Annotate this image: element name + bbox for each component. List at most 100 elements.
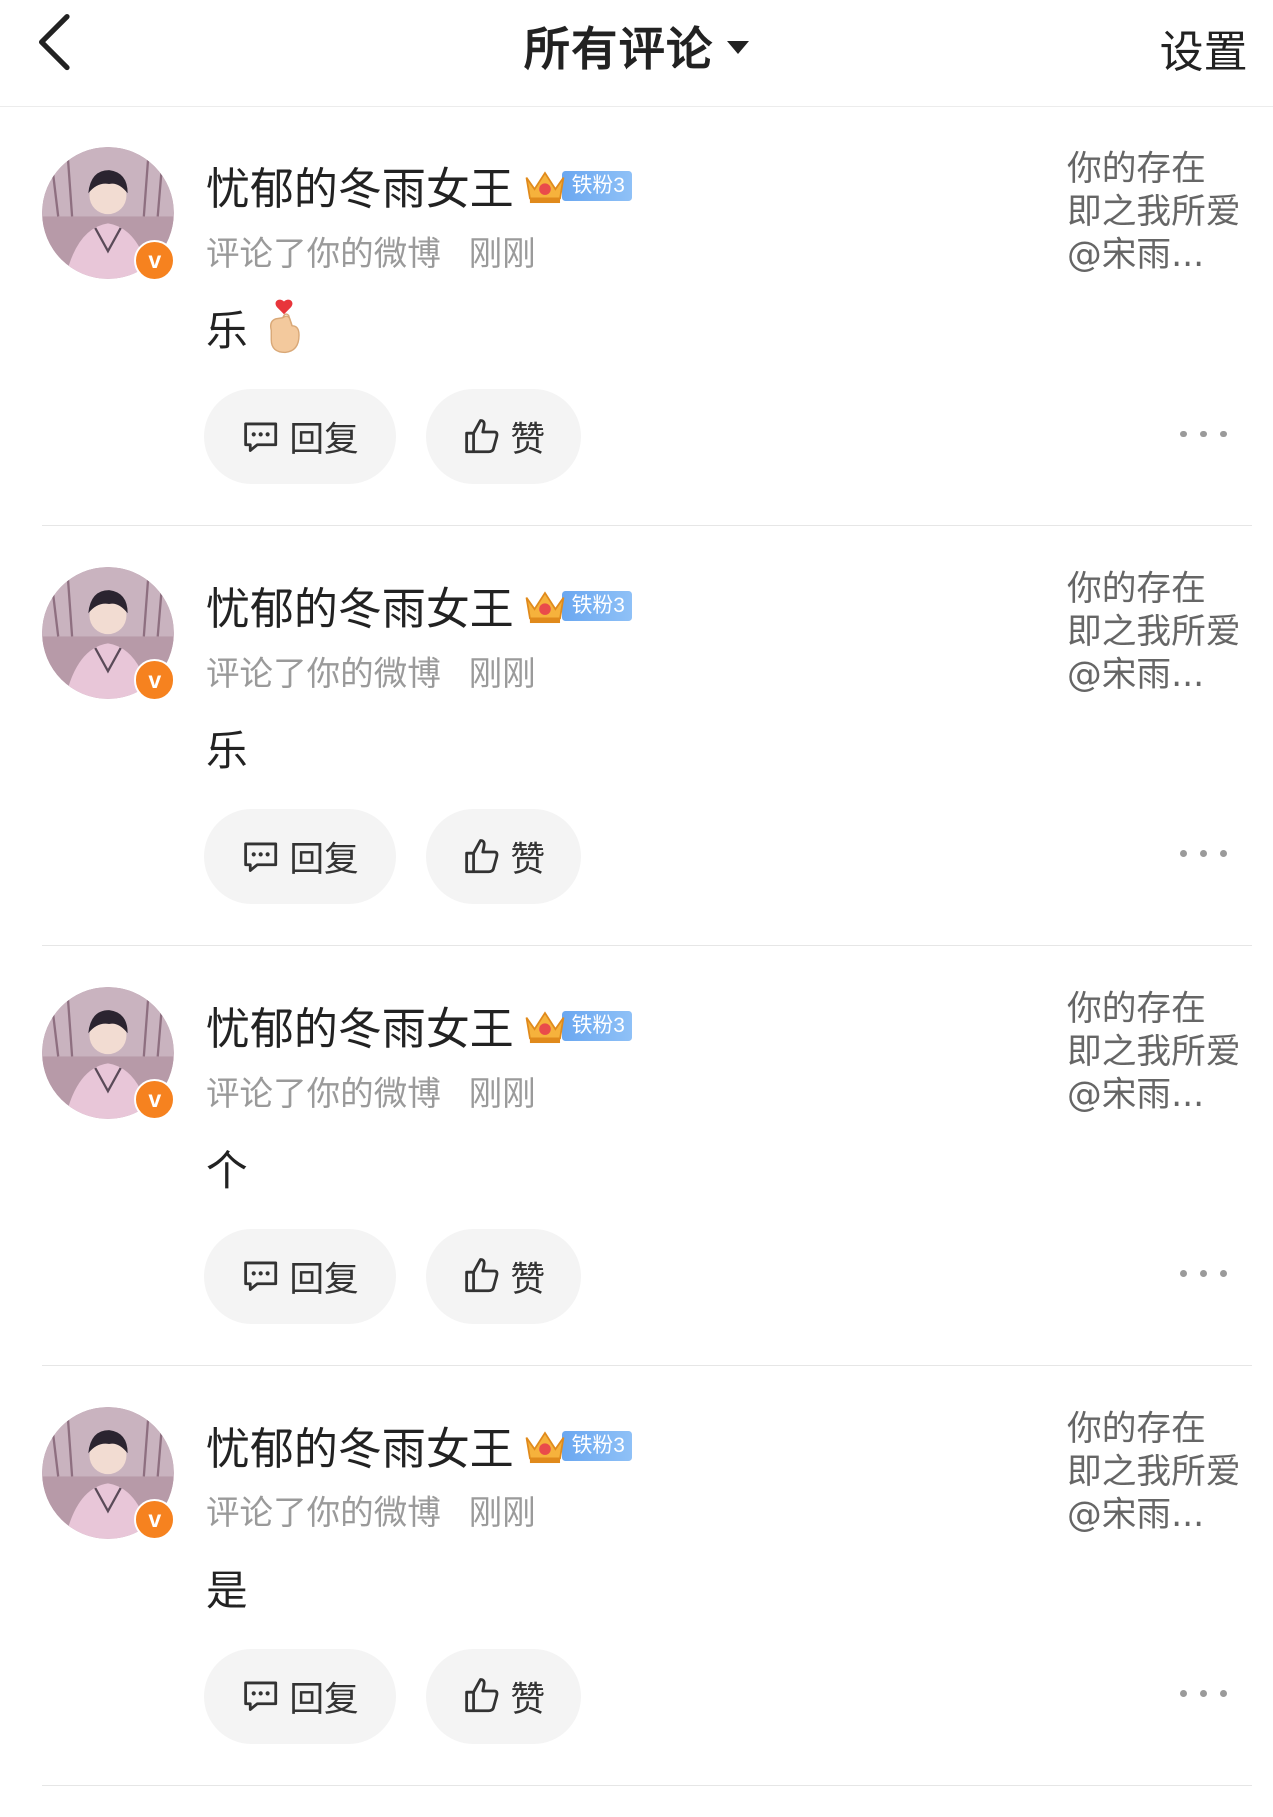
fan-level-badge[interactable]: 铁粉3 [523, 1010, 632, 1044]
top-bar: 所有评论 设置 [0, 0, 1273, 108]
origin-line: 你的存在 [1067, 989, 1206, 1029]
comment-text: 乐 [205, 306, 248, 356]
page-title: 所有评论 [523, 21, 714, 76]
comment-content: 个 [206, 1137, 248, 1197]
dot-icon [1200, 850, 1208, 858]
comment-bubble-icon [243, 1262, 277, 1292]
action-text: 评论了你的微博 [205, 233, 441, 273]
avatar[interactable]: v [41, 986, 176, 1121]
more-options-button[interactable] [1180, 837, 1227, 872]
fan-badge-label: 铁粉3 [562, 170, 632, 201]
origin-line: 你的存在 [1067, 149, 1206, 190]
finger-heart-emoji-icon [269, 300, 300, 354]
thumbs-up-icon [464, 1678, 499, 1713]
avatar[interactable]: v [41, 1406, 176, 1541]
comment-filter-dropdown[interactable]: 所有评论 [524, 12, 750, 79]
comment-content: 是 [206, 1557, 248, 1617]
more-options-button[interactable] [1180, 1257, 1227, 1292]
action-text: 评论了你的微博 [205, 653, 441, 693]
origin-line: 即之我所爱 [1067, 191, 1241, 232]
reply-button[interactable]: 回复 [203, 808, 396, 904]
comment-item[interactable]: v 忧郁的冬雨女王 铁粉3 评论了你的微博 刚刚 乐 回复 赞 你的存在 即之我… [41, 106, 1253, 527]
reply-label: 回复 [289, 1260, 359, 1301]
action-row: 回复 赞 [203, 1648, 581, 1744]
username[interactable]: 忧郁的冬雨女王 [206, 1413, 514, 1477]
reply-button[interactable]: 回复 [203, 1228, 396, 1324]
like-button[interactable]: 赞 [425, 388, 581, 484]
fan-level-badge[interactable]: 铁粉3 [523, 590, 632, 624]
dot-icon [1219, 430, 1227, 438]
origin-line: 你的存在 [1067, 1408, 1206, 1449]
dot-icon [1200, 1690, 1208, 1698]
verified-badge-icon: v [134, 239, 176, 281]
more-options-button[interactable] [1180, 1676, 1227, 1711]
caret-down-icon [727, 40, 750, 55]
origin-line: @宋雨... [1067, 1074, 1205, 1115]
name-row: 忧郁的冬雨女王 铁粉3 [206, 153, 632, 217]
comment-item[interactable]: v 忧郁的冬雨女王 铁粉3 评论了你的微博 刚刚 个 回复 赞 你的存在 即之我… [41, 946, 1253, 1367]
like-button[interactable]: 赞 [425, 808, 581, 904]
origin-line: @宋雨... [1067, 654, 1205, 695]
origin-line: @宋雨... [1067, 1494, 1205, 1535]
action-row: 回复 赞 [203, 808, 581, 904]
name-row: 忧郁的冬雨女王 铁粉3 [206, 573, 632, 637]
comment-meta: 评论了你的微博 刚刚 [206, 646, 536, 695]
like-label: 赞 [510, 1260, 546, 1301]
timestamp: 刚刚 [468, 1073, 536, 1113]
like-button[interactable]: 赞 [425, 1228, 581, 1324]
comment-text: 是 [205, 1566, 248, 1616]
reply-label: 回复 [289, 840, 359, 881]
crown-icon [525, 591, 565, 624]
comment-bubble-icon [243, 422, 277, 452]
reply-button[interactable]: 回复 [203, 1648, 396, 1744]
comment-bubble-icon [243, 1681, 277, 1712]
origin-line: 即之我所爱 [1067, 1031, 1241, 1072]
timestamp: 刚刚 [468, 653, 536, 693]
fan-badge-label: 铁粉3 [562, 1010, 632, 1041]
comment-item[interactable]: v 忧郁的冬雨女王 铁粉3 评论了你的微博 刚刚 是 回复 赞 你的存在 即之我… [41, 1366, 1253, 1787]
more-options-button[interactable] [1180, 417, 1227, 452]
username[interactable]: 忧郁的冬雨女王 [206, 573, 514, 637]
comment-content: 乐 [206, 717, 248, 777]
reply-label: 回复 [289, 420, 359, 461]
crown-icon [525, 1431, 565, 1464]
username[interactable]: 忧郁的冬雨女王 [206, 993, 514, 1057]
origin-line: 你的存在 [1067, 569, 1206, 610]
like-label: 赞 [510, 420, 546, 461]
thumbs-up-icon [464, 838, 499, 873]
original-post-preview[interactable]: 你的存在 即之我所爱 @宋雨... [1067, 1408, 1252, 1536]
comment-meta: 评论了你的微博 刚刚 [206, 1485, 536, 1534]
fan-level-badge[interactable]: 铁粉3 [523, 170, 632, 204]
avatar[interactable]: v [41, 146, 176, 281]
original-post-preview[interactable]: 你的存在 即之我所爱 @宋雨... [1067, 568, 1252, 696]
like-label: 赞 [510, 1680, 546, 1721]
dot-icon [1200, 430, 1208, 438]
like-label: 赞 [510, 840, 546, 881]
fan-level-badge[interactable]: 铁粉3 [523, 1430, 632, 1464]
thumbs-up-icon [464, 418, 499, 453]
username[interactable]: 忧郁的冬雨女王 [206, 153, 514, 217]
comment-meta: 评论了你的微博 刚刚 [206, 226, 536, 275]
timestamp: 刚刚 [468, 1493, 536, 1533]
action-text: 评论了你的微博 [205, 1073, 441, 1113]
comment-item[interactable]: v 忧郁的冬雨女王 铁粉3 评论了你的微博 刚刚 乐 回复 赞 你的存在 即之我… [41, 526, 1253, 947]
reply-button[interactable]: 回复 [203, 388, 396, 484]
settings-button[interactable]: 设置 [1160, 16, 1248, 80]
comments-screen: 所有评论 设置 v 忧郁的冬雨女王 铁粉3 评论了你的微博 刚刚 乐 回复 赞 … [0, 0, 1273, 1817]
thumbs-up-icon [464, 1258, 499, 1293]
verified-badge-icon: v [134, 659, 176, 701]
action-row: 回复 赞 [203, 388, 581, 484]
original-post-preview[interactable]: 你的存在 即之我所爱 @宋雨... [1067, 148, 1252, 276]
dot-icon [1219, 1270, 1227, 1278]
reply-label: 回复 [289, 1680, 359, 1721]
original-post-preview[interactable]: 你的存在 即之我所爱 @宋雨... [1067, 988, 1252, 1116]
comment-text: 乐 [205, 726, 248, 776]
dot-icon [1219, 1690, 1227, 1698]
comment-text: 个 [205, 1146, 248, 1196]
avatar[interactable]: v [41, 566, 176, 701]
dot-icon [1180, 1690, 1188, 1698]
name-row: 忧郁的冬雨女王 铁粉3 [206, 1413, 632, 1477]
crown-icon [525, 171, 565, 204]
like-button[interactable]: 赞 [425, 1648, 581, 1744]
dot-icon [1180, 850, 1188, 858]
